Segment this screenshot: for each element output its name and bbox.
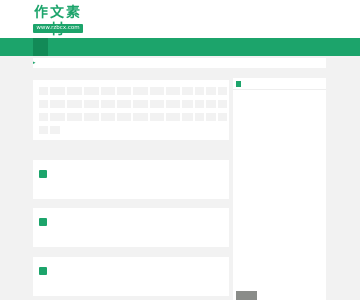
sidebar-link[interactable] bbox=[236, 234, 321, 242]
article-excerpt bbox=[39, 187, 154, 193]
list-icon bbox=[236, 81, 241, 87]
tag-link[interactable] bbox=[84, 100, 99, 108]
tag-link[interactable] bbox=[206, 113, 216, 121]
tag-link[interactable] bbox=[117, 100, 131, 108]
sidebar-title bbox=[243, 78, 283, 90]
sidebar-link[interactable] bbox=[236, 100, 321, 108]
tag-link[interactable] bbox=[50, 100, 65, 108]
tag-link[interactable] bbox=[101, 100, 115, 108]
sidebar-thumb-caption[interactable] bbox=[260, 292, 300, 298]
site-logo[interactable]: 作文素材 www.rzbcx.com bbox=[33, 5, 83, 38]
nav-item[interactable] bbox=[118, 38, 133, 56]
tag-link[interactable] bbox=[50, 113, 65, 121]
sidebar-link[interactable] bbox=[236, 139, 321, 147]
tag-link[interactable] bbox=[101, 113, 115, 121]
main-nav bbox=[0, 38, 360, 56]
sidebar bbox=[233, 78, 326, 300]
tag-link[interactable] bbox=[218, 100, 227, 108]
nav-item[interactable] bbox=[139, 38, 154, 56]
tag-link[interactable] bbox=[150, 87, 164, 95]
article-icon bbox=[39, 218, 47, 226]
tag-link[interactable] bbox=[117, 113, 131, 121]
nav-item[interactable] bbox=[76, 38, 91, 56]
sidebar-link[interactable] bbox=[236, 120, 321, 128]
nav-item[interactable] bbox=[97, 38, 112, 56]
tag-link[interactable] bbox=[84, 113, 99, 121]
nav-item[interactable] bbox=[160, 38, 175, 56]
article-excerpt bbox=[39, 284, 154, 290]
sidebar-link[interactable] bbox=[236, 158, 321, 166]
tag-link[interactable] bbox=[206, 100, 216, 108]
logo-title: 作文素材 bbox=[34, 5, 82, 38]
tag-link[interactable] bbox=[101, 87, 115, 95]
tag-link[interactable] bbox=[166, 100, 180, 108]
article-title[interactable] bbox=[50, 217, 170, 227]
speaker-icon: ▸ bbox=[33, 60, 36, 66]
tag-link[interactable] bbox=[39, 100, 48, 108]
tag-link[interactable] bbox=[117, 87, 131, 95]
tag-link[interactable] bbox=[67, 113, 82, 121]
article-card[interactable] bbox=[33, 160, 229, 199]
sidebar-thumbnail[interactable] bbox=[236, 291, 257, 300]
tag-link[interactable] bbox=[195, 100, 204, 108]
notice-bar: ▸ bbox=[33, 58, 326, 68]
logo-url: www.rzbcx.com bbox=[33, 24, 83, 33]
tag-link[interactable] bbox=[84, 87, 99, 95]
tag-link[interactable] bbox=[150, 113, 164, 121]
tag-link[interactable] bbox=[166, 113, 180, 121]
tag-cloud bbox=[33, 80, 229, 140]
sidebar-link[interactable] bbox=[236, 177, 321, 185]
sidebar-link[interactable] bbox=[236, 272, 321, 280]
tag-link[interactable] bbox=[182, 87, 193, 95]
tag-link[interactable] bbox=[206, 87, 216, 95]
tag-link[interactable] bbox=[182, 100, 193, 108]
tag-link[interactable] bbox=[166, 87, 180, 95]
notice-text[interactable] bbox=[40, 58, 150, 68]
article-icon bbox=[39, 267, 47, 275]
tag-link[interactable] bbox=[133, 100, 148, 108]
tag-link[interactable] bbox=[39, 87, 48, 95]
article-excerpt bbox=[39, 235, 154, 241]
tag-link[interactable] bbox=[50, 126, 60, 134]
tag-link[interactable] bbox=[67, 87, 82, 95]
tag-link[interactable] bbox=[133, 113, 148, 121]
tag-link[interactable] bbox=[50, 87, 65, 95]
tag-link[interactable] bbox=[67, 100, 82, 108]
article-card[interactable] bbox=[33, 208, 229, 247]
tag-link[interactable] bbox=[182, 113, 193, 121]
article-icon bbox=[39, 170, 47, 178]
sidebar-link[interactable] bbox=[236, 196, 321, 204]
tag-link[interactable] bbox=[150, 100, 164, 108]
sidebar-link[interactable] bbox=[236, 253, 321, 261]
article-title[interactable] bbox=[50, 169, 170, 179]
tag-link[interactable] bbox=[133, 87, 148, 95]
tag-link[interactable] bbox=[39, 113, 48, 121]
tag-link[interactable] bbox=[218, 87, 227, 95]
sidebar-header bbox=[233, 78, 326, 90]
article-title[interactable] bbox=[50, 266, 170, 276]
site-header: 作文素材 www.rzbcx.com bbox=[0, 0, 360, 38]
tag-link[interactable] bbox=[195, 113, 204, 121]
tag-link[interactable] bbox=[39, 126, 48, 134]
tag-link[interactable] bbox=[195, 87, 204, 95]
nav-item-home[interactable] bbox=[33, 38, 48, 56]
sidebar-link[interactable] bbox=[236, 215, 321, 223]
tag-link[interactable] bbox=[218, 113, 227, 121]
nav-item[interactable] bbox=[55, 38, 70, 56]
article-card[interactable] bbox=[33, 257, 229, 296]
